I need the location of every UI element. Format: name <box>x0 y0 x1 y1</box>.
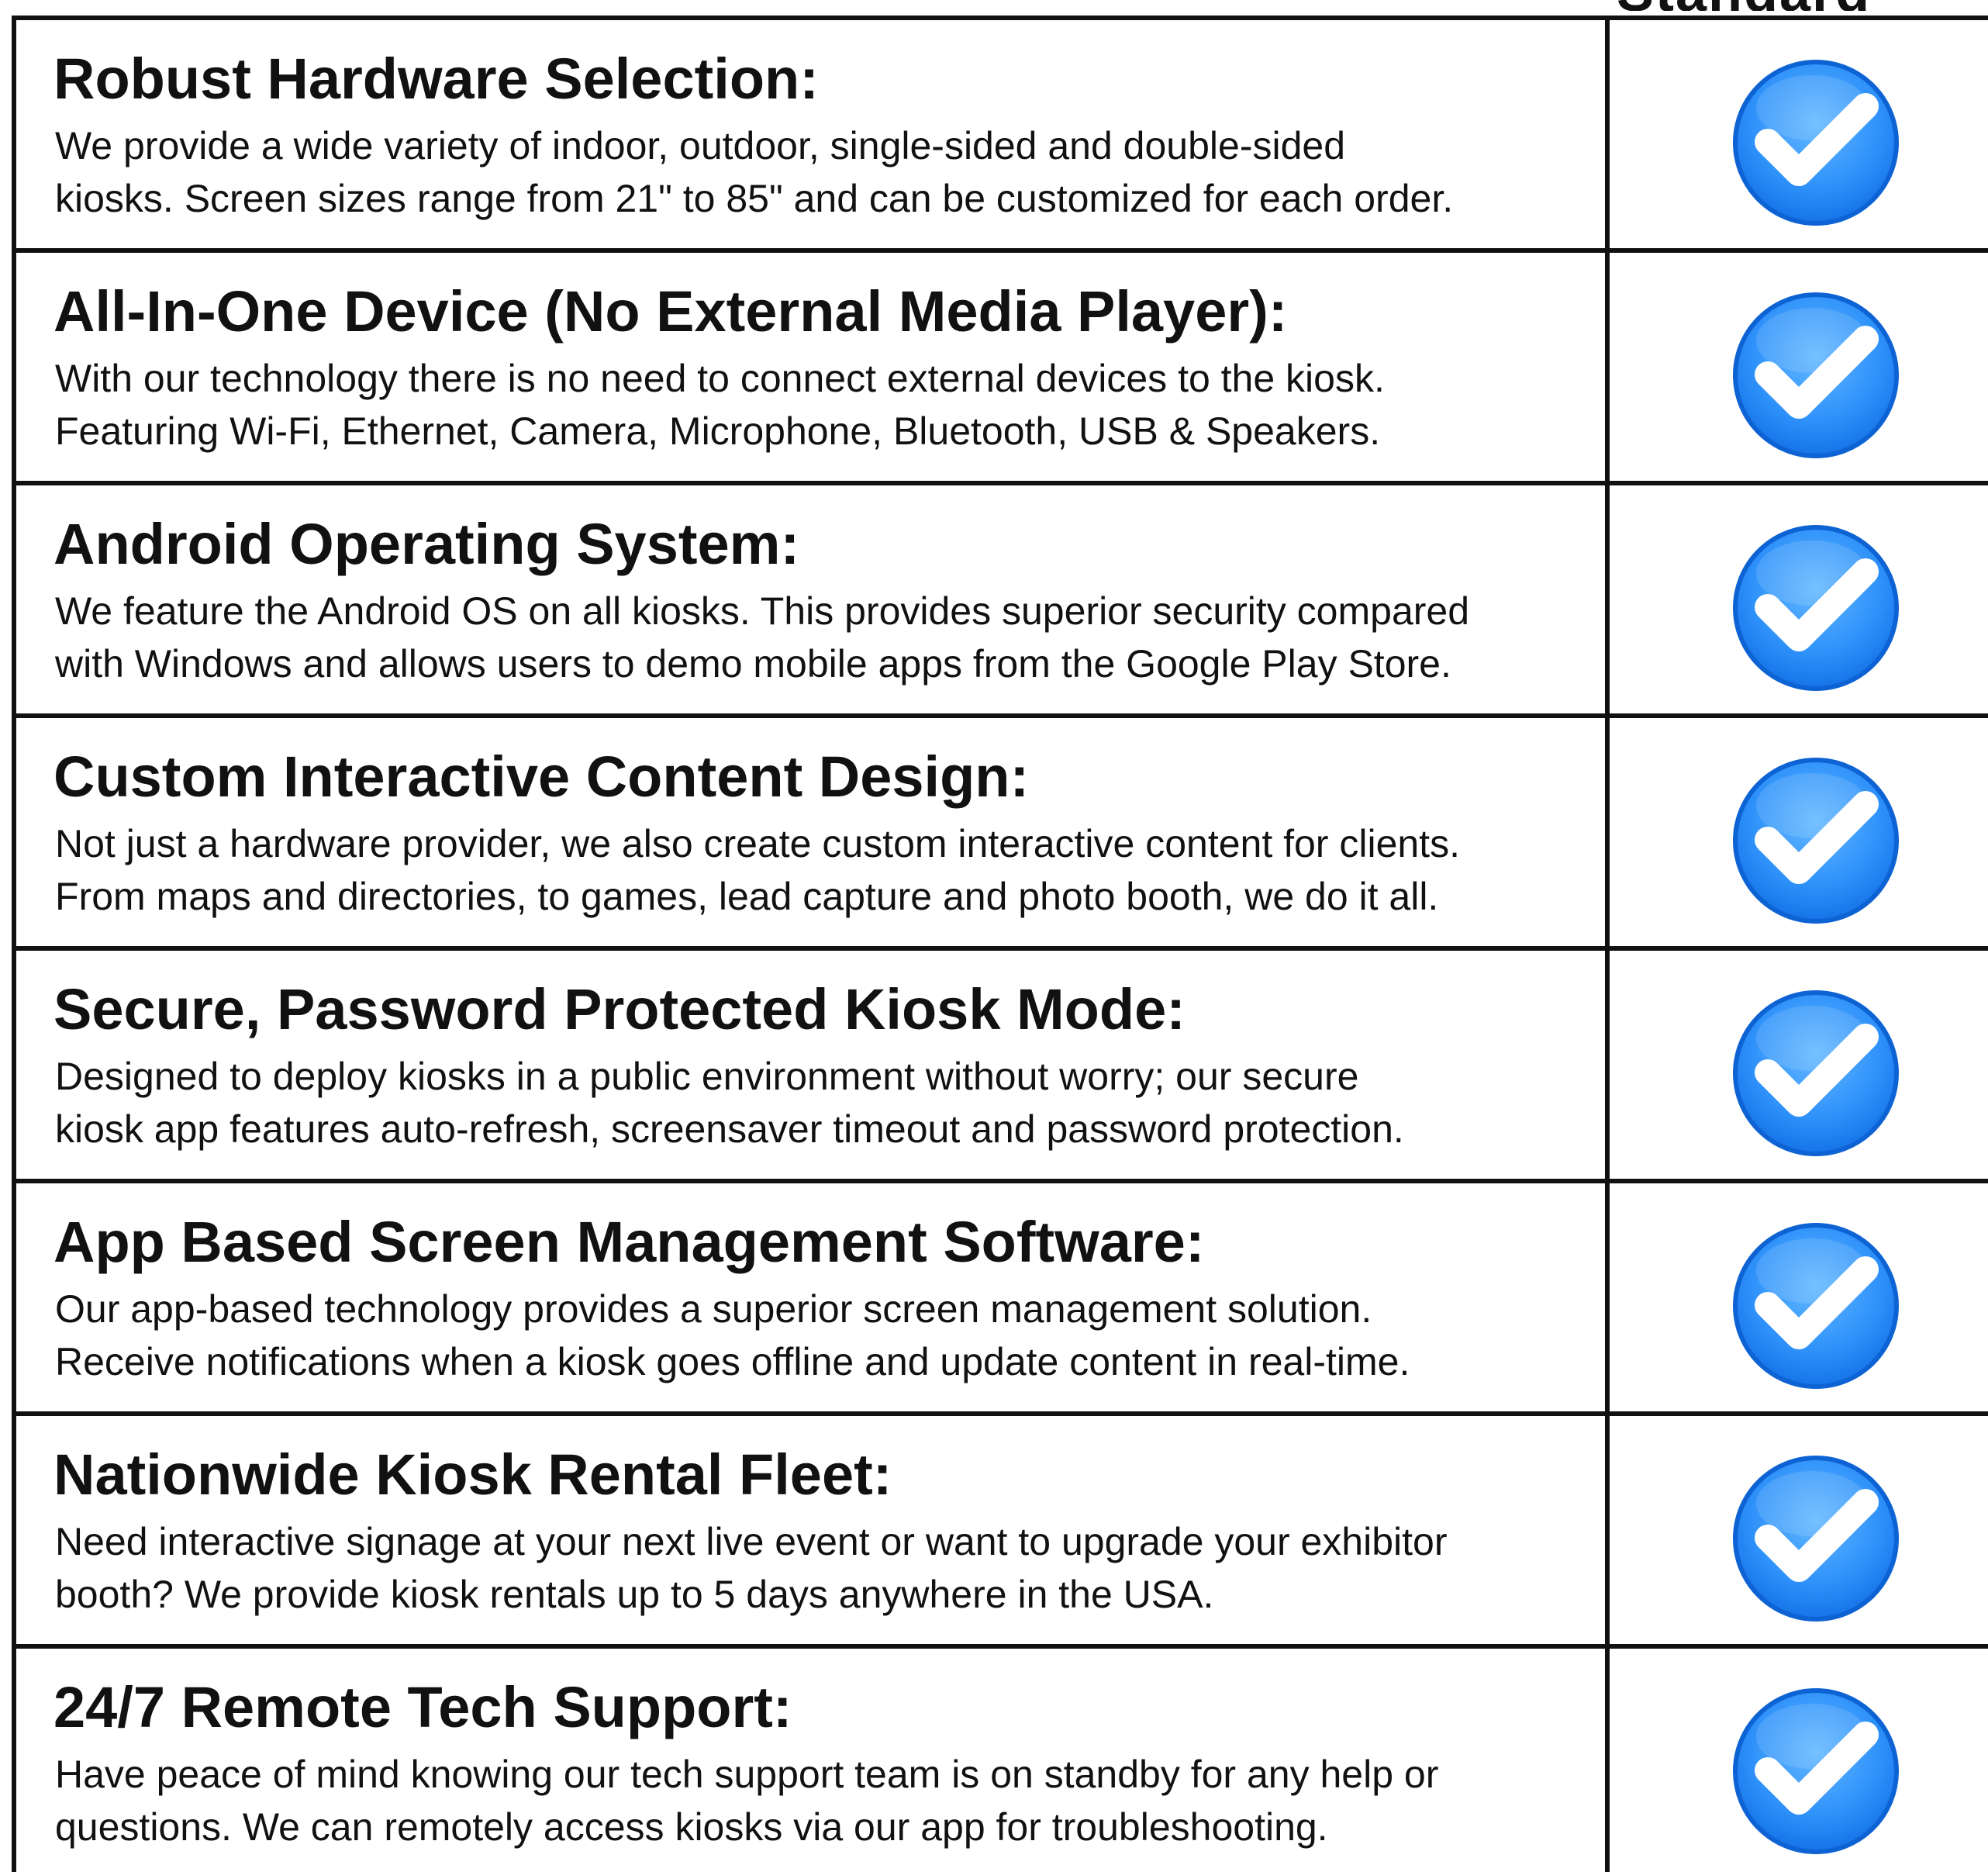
feature-description: We provide a wide variety of indoor, out… <box>55 124 1454 220</box>
feature-check-cell <box>1610 1649 1988 1872</box>
feature-row: Android Operating System: We feature the… <box>16 485 1988 718</box>
check-circle-icon <box>1733 60 1899 226</box>
feature-table: Robust Hardware Selection: We provide a … <box>12 16 1988 1872</box>
feature-description: We feature the Android OS on all kiosks.… <box>55 589 1470 686</box>
feature-title: Secure, Password Protected Kiosk Mode: <box>53 977 1186 1041</box>
feature-comparison-page: Standard Robust Hardware Selection: We p… <box>0 0 1988 1872</box>
feature-check-cell <box>1610 485 1988 713</box>
feature-title: App Based Screen Management Software: <box>53 1210 1205 1274</box>
feature-title: All-In-One Device (No External Media Pla… <box>53 279 1288 344</box>
check-circle-icon <box>1733 525 1899 691</box>
feature-description: Not just a hardware provider, we also cr… <box>55 822 1460 918</box>
feature-row: All-In-One Device (No External Media Pla… <box>16 253 1988 485</box>
feature-description: Need interactive signage at your next li… <box>55 1520 1448 1616</box>
feature-description: Our app-based technology provides a supe… <box>55 1287 1410 1383</box>
check-circle-icon <box>1733 292 1899 458</box>
feature-description: With our technology there is no need to … <box>55 357 1385 453</box>
feature-text-cell: App Based Screen Management Software: Ou… <box>16 1183 1610 1411</box>
feature-title: Nationwide Kiosk Rental Fleet: <box>53 1442 892 1507</box>
feature-check-cell <box>1610 253 1988 481</box>
feature-check-cell <box>1610 1183 1988 1411</box>
feature-text-cell: Android Operating System: We feature the… <box>16 485 1610 713</box>
feature-check-cell <box>1610 951 1988 1179</box>
feature-row: App Based Screen Management Software: Ou… <box>16 1183 1988 1416</box>
feature-text-cell: Secure, Password Protected Kiosk Mode: D… <box>16 951 1610 1179</box>
check-circle-icon <box>1733 758 1899 924</box>
feature-row: Nationwide Kiosk Rental Fleet: Need inte… <box>16 1416 1988 1649</box>
feature-title: Custom Interactive Content Design: <box>53 744 1030 809</box>
feature-text-cell: Robust Hardware Selection: We provide a … <box>16 20 1610 248</box>
feature-row: Custom Interactive Content Design: Not j… <box>16 718 1988 951</box>
check-circle-icon <box>1733 1223 1899 1389</box>
check-circle-icon <box>1733 1456 1899 1622</box>
feature-check-cell <box>1610 718 1988 946</box>
feature-row: Secure, Password Protected Kiosk Mode: D… <box>16 951 1988 1183</box>
feature-text-cell: 24/7 Remote Tech Support: Have peace of … <box>16 1649 1610 1872</box>
feature-description: Designed to deploy kiosks in a public en… <box>55 1055 1404 1151</box>
feature-row: 24/7 Remote Tech Support: Have peace of … <box>16 1649 1988 1872</box>
cut-off-column-heading: Standard <box>1617 0 1988 11</box>
feature-description: Have peace of mind knowing our tech supp… <box>55 1753 1439 1849</box>
feature-title: Android Operating System: <box>53 512 800 576</box>
check-circle-icon <box>1733 1688 1899 1854</box>
feature-row: Robust Hardware Selection: We provide a … <box>16 20 1988 253</box>
feature-text-cell: Nationwide Kiosk Rental Fleet: Need inte… <box>16 1416 1610 1644</box>
feature-title: Robust Hardware Selection: <box>53 47 819 111</box>
feature-check-cell <box>1610 1416 1988 1644</box>
check-circle-icon <box>1733 990 1899 1156</box>
feature-text-cell: Custom Interactive Content Design: Not j… <box>16 718 1610 946</box>
feature-check-cell <box>1610 20 1988 248</box>
feature-title: 24/7 Remote Tech Support: <box>53 1675 792 1739</box>
feature-text-cell: All-In-One Device (No External Media Pla… <box>16 253 1610 481</box>
